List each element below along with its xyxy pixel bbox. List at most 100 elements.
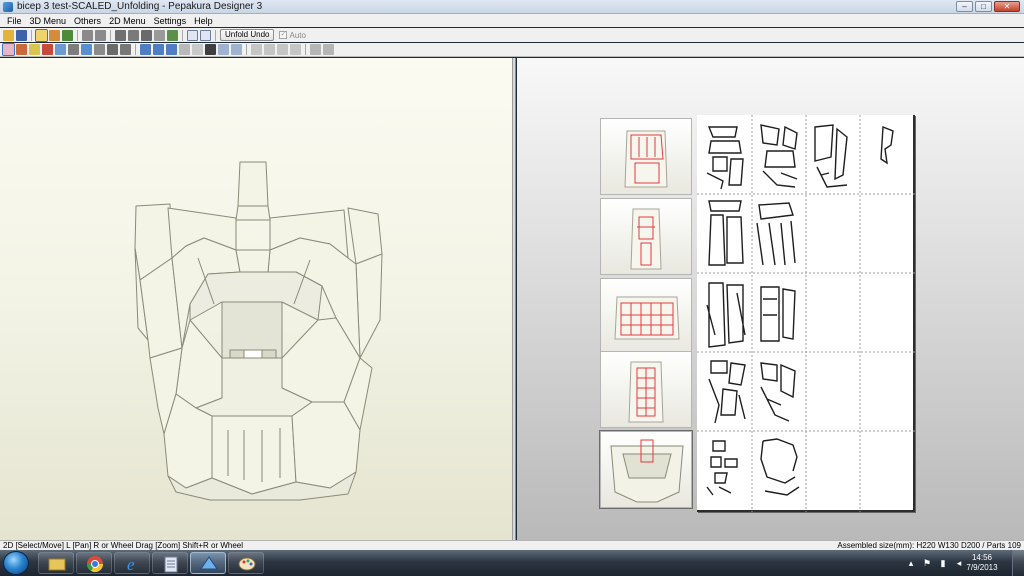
select-move-icon[interactable]	[2, 43, 15, 56]
scale-icon[interactable]	[94, 44, 105, 55]
windows-taskbar: e ▴ ⚑ ▮ ◂ 14:56 7/9/2013	[0, 550, 1024, 576]
distribute-icon[interactable]	[264, 44, 275, 55]
lasso-icon[interactable]	[29, 44, 40, 55]
window-controls: – □ ✕	[956, 1, 1020, 12]
toolbar-separator	[135, 44, 136, 55]
rotate-icon[interactable]	[167, 29, 178, 41]
part-thumbnail[interactable]	[599, 430, 693, 509]
toolbar-separator	[77, 29, 78, 41]
print-sheet[interactable]	[697, 115, 915, 512]
part-thumbnail[interactable]	[600, 118, 692, 195]
auto-checkbox[interactable]: ✓	[279, 31, 288, 39]
join-icon[interactable]	[141, 29, 152, 41]
zoom-out-icon[interactable]	[166, 44, 177, 55]
unfold-undo-button[interactable]: Unfold Undo	[220, 29, 275, 41]
taskbar-notepad-icon[interactable]	[152, 552, 188, 574]
show-desktop-button[interactable]	[1012, 550, 1024, 576]
menu-2d[interactable]: 2D Menu	[105, 16, 150, 26]
network-icon[interactable]: ▮	[938, 558, 948, 568]
toolbar-separator	[182, 29, 183, 41]
link-icon[interactable]	[323, 44, 334, 55]
auto-label: Auto	[289, 30, 306, 40]
menu-others[interactable]: Others	[70, 16, 105, 26]
flap-edit-icon[interactable]	[120, 44, 131, 55]
flip-icon[interactable]	[68, 44, 79, 55]
window-split-icon[interactable]	[200, 29, 211, 41]
part-thumbnail[interactable]	[600, 351, 692, 428]
menu-settings[interactable]: Settings	[150, 16, 191, 26]
zoom-in-icon[interactable]	[153, 44, 164, 55]
flap-icon[interactable]	[154, 29, 165, 41]
status-bar: 2D [Select/Move] L [Pan] R or Wheel Drag…	[0, 540, 1024, 550]
auto-option[interactable]: ✓ Auto	[279, 30, 306, 40]
part-thumbnail[interactable]	[600, 278, 692, 355]
zoom-fit-icon[interactable]	[140, 44, 151, 55]
crease-icon[interactable]	[128, 29, 139, 41]
open-icon[interactable]	[3, 29, 14, 41]
taskbar-paint-icon[interactable]	[228, 552, 264, 574]
part-thumbnail[interactable]	[600, 198, 692, 275]
status-hint: 2D [Select/Move] L [Pan] R or Wheel Drag…	[3, 541, 244, 550]
action-center-flag-icon[interactable]: ⚑	[922, 558, 932, 568]
edit-icon[interactable]	[115, 29, 126, 41]
close-button[interactable]: ✕	[994, 1, 1020, 12]
main-toolbar: Unfold Undo ✓ Auto	[0, 28, 1024, 42]
pepakura-app-icon	[3, 1, 13, 12]
toolbar-separator	[31, 29, 32, 41]
assembled-size: Assembled size(mm): H220 W130 D200 / Par…	[837, 541, 1021, 550]
taskbar-file-explorer-icon[interactable]	[38, 552, 74, 574]
rotate-2d-icon[interactable]	[55, 44, 66, 55]
menu-file[interactable]: File	[3, 16, 26, 26]
clock-date: 7/9/2013	[966, 563, 998, 572]
mirror-icon[interactable]	[231, 44, 242, 55]
toolbar-separator	[215, 29, 216, 41]
system-tray: ▴ ⚑ ▮ ◂	[906, 558, 964, 568]
save-icon[interactable]	[16, 29, 27, 41]
maximize-button[interactable]: □	[975, 1, 992, 12]
page-layout-icon[interactable]	[179, 44, 190, 55]
arrange-icon[interactable]	[251, 44, 262, 55]
text-tool-icon[interactable]	[192, 44, 203, 55]
start-button[interactable]	[3, 551, 29, 575]
3d-model-mesh[interactable]	[134, 161, 383, 501]
texture-icon[interactable]	[49, 29, 60, 41]
title-bar[interactable]: bicep 3 test-SCALED_Unfolding - Pepakura…	[0, 0, 1024, 14]
split-icon[interactable]	[42, 44, 53, 55]
secondary-toolbar	[0, 43, 1024, 57]
menu-3d[interactable]: 3D Menu	[26, 16, 71, 26]
toolbar-separator	[305, 44, 306, 55]
shading-icon[interactable]	[62, 29, 73, 41]
unfold-icon[interactable]	[16, 44, 27, 55]
layer-icon[interactable]	[218, 44, 229, 55]
volume-icon[interactable]: ◂	[954, 558, 964, 568]
redo-icon[interactable]	[95, 29, 106, 41]
menu-help[interactable]: Help	[190, 16, 217, 26]
show-hidden-icons-icon[interactable]: ▴	[906, 558, 916, 568]
thumbnail-preview	[610, 439, 684, 503]
window-title: bicep 3 test-SCALED_Unfolding - Pepakura…	[17, 1, 263, 12]
thumbnail-preview	[630, 208, 662, 270]
unfolded-parts-canvas[interactable]	[697, 115, 915, 512]
taskbar-clock[interactable]: 14:56 7/9/2013	[964, 553, 1000, 573]
edit-fold-icon[interactable]	[107, 44, 118, 55]
taskbar-chrome-icon[interactable]	[76, 552, 112, 574]
grid-icon[interactable]	[277, 44, 288, 55]
3d-view-pane[interactable]	[0, 58, 513, 540]
taskbar-internet-explorer-icon[interactable]: e	[114, 552, 150, 574]
align-icon[interactable]	[81, 44, 92, 55]
undo-icon[interactable]	[82, 29, 93, 41]
pane-splitter[interactable]	[513, 58, 516, 540]
clock-time: 14:56	[971, 553, 993, 562]
view-select-icon[interactable]	[35, 28, 48, 42]
find-icon[interactable]	[310, 44, 321, 55]
2d-view-pane[interactable]	[517, 58, 1024, 540]
thumbnail-preview	[614, 296, 680, 340]
image-tool-icon[interactable]	[205, 44, 216, 55]
3d-model-viewport[interactable]	[0, 58, 513, 540]
snap-icon[interactable]	[290, 44, 301, 55]
minimize-button[interactable]: –	[956, 1, 973, 12]
svg-text:e: e	[127, 555, 135, 574]
taskbar-pepakura-icon[interactable]	[190, 552, 226, 574]
window-single-icon[interactable]	[187, 29, 198, 41]
menu-bar: File 3D Menu Others 2D Menu Settings Hel…	[0, 14, 1024, 27]
